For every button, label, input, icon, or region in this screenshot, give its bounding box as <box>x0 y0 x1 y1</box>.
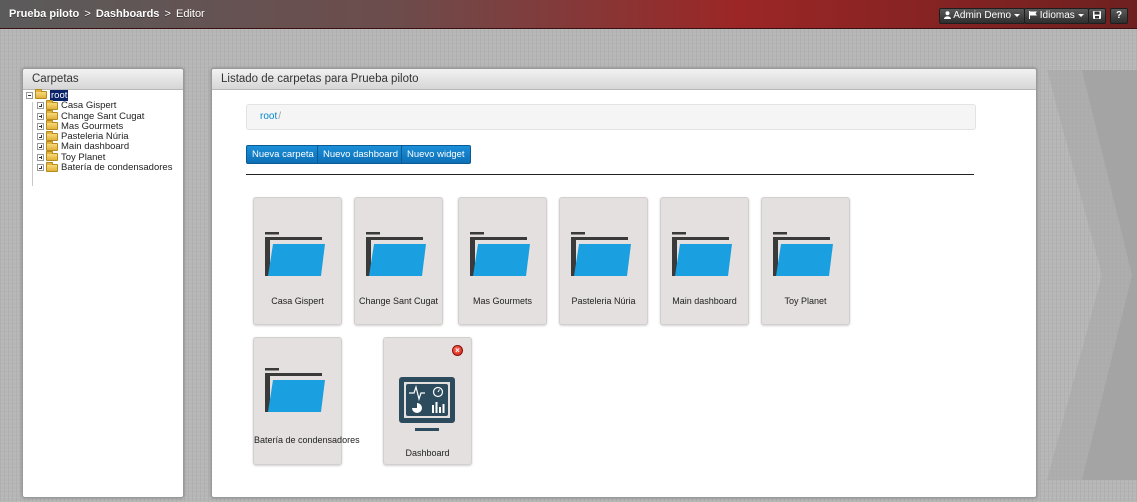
folders-panel-title: Carpetas <box>23 69 183 90</box>
dashboard-tile-label: Dashboard <box>405 448 450 458</box>
chevron-down-icon <box>1077 13 1084 17</box>
user-menu-button[interactable]: Admin Demo <box>939 8 1026 24</box>
folder-tile[interactable]: Toy Planet <box>761 197 850 325</box>
help-button[interactable]: ? <box>1110 8 1128 24</box>
save-button[interactable] <box>1088 8 1106 24</box>
dashboard-monitor-icon <box>399 377 455 431</box>
breadcrumb-separator: > <box>164 8 171 20</box>
folder-icon <box>46 140 58 151</box>
flag-icon <box>1029 11 1037 19</box>
expand-icon[interactable] <box>37 153 44 161</box>
breadcrumb-item-editor: Editor <box>175 8 205 20</box>
folder-tile[interactable]: Change Sant Cugat <box>354 197 443 325</box>
folder-listing-title: Listado de carpetas para Prueba piloto <box>212 69 1036 90</box>
folder-tile-label: Change Sant Cugat <box>358 296 439 306</box>
breadcrumb: Prueba piloto > Dashboards > Editor <box>9 8 205 20</box>
folder-listing-panel: Listado de carpetas para Prueba piloto r… <box>211 68 1037 498</box>
delete-icon[interactable]: × <box>452 345 463 356</box>
expand-icon[interactable] <box>37 143 44 151</box>
folder-icon <box>46 151 58 162</box>
folder-icon <box>265 368 325 412</box>
folder-tile-label: Pasteleria Núria <box>571 296 636 306</box>
tree-item-label: Batería de condensadores <box>61 162 173 174</box>
user-menu-label: Admin Demo <box>953 10 1012 21</box>
folder-tile[interactable]: Pasteleria Núria <box>559 197 648 325</box>
dashboard-tile[interactable]: × Dashboard <box>383 337 472 465</box>
folder-tile-label: Batería de condensadores <box>254 435 360 445</box>
folder-tree: root Casa Gispert Change Sant Cugat Mas … <box>26 89 173 186</box>
folder-tile-label: Main dashboard <box>672 296 737 306</box>
language-menu-label: Idiomas <box>1039 10 1075 21</box>
new-widget-button[interactable]: Nuevo widget <box>401 145 471 164</box>
folder-icon <box>46 120 58 131</box>
folder-icon <box>46 110 58 121</box>
folder-icon <box>470 232 530 276</box>
chevron-down-icon <box>1014 13 1021 17</box>
folder-tile-label: Mas Gourmets <box>472 296 532 306</box>
folders-panel: Carpetas root Casa Gispert Change Sant C… <box>22 68 184 498</box>
folder-icon <box>773 232 833 276</box>
expand-icon[interactable] <box>37 112 44 120</box>
path-breadcrumb: root/ <box>246 104 976 130</box>
new-folder-button[interactable]: Nueva carpeta <box>246 145 320 164</box>
expand-icon[interactable] <box>37 133 44 141</box>
folder-icon <box>265 232 325 276</box>
path-root-link[interactable]: root/ <box>260 111 281 122</box>
folder-tile[interactable]: Main dashboard <box>660 197 749 325</box>
breadcrumb-item-dashboards[interactable]: Dashboards <box>96 8 160 20</box>
expand-icon[interactable] <box>37 164 44 172</box>
folder-tile[interactable]: Batería de condensadores <box>253 337 360 465</box>
folder-icon <box>366 232 426 276</box>
floppy-disk-icon <box>1093 11 1101 19</box>
expand-icon[interactable] <box>37 122 44 130</box>
breadcrumb-item-project[interactable]: Prueba piloto <box>9 8 79 20</box>
top-navigation-bar: Prueba piloto > Dashboards > Editor Admi… <box>0 0 1137 29</box>
new-dashboard-button[interactable]: Nuevo dashboard <box>317 145 404 164</box>
background-chevron-decoration <box>1047 70 1137 480</box>
path-root-label: root <box>260 111 278 122</box>
breadcrumb-separator: > <box>84 8 91 20</box>
language-menu-button[interactable]: Idiomas <box>1024 8 1089 24</box>
collapse-icon[interactable] <box>26 91 33 99</box>
folder-tile-label: Casa Gispert <box>271 296 324 306</box>
user-icon <box>944 11 951 19</box>
folder-icon <box>571 232 631 276</box>
path-separator: / <box>278 111 282 122</box>
folder-tile-label: Toy Planet <box>784 296 827 306</box>
tree-item[interactable]: Batería de condensadores <box>26 161 173 174</box>
folder-tile[interactable]: Mas Gourmets <box>458 197 547 325</box>
folder-icon <box>35 89 47 100</box>
folder-tile[interactable]: Casa Gispert <box>253 197 342 325</box>
expand-icon[interactable] <box>37 102 44 110</box>
folder-icon <box>46 130 58 141</box>
folder-icon <box>46 99 58 110</box>
section-divider <box>246 174 974 175</box>
folder-icon <box>46 161 58 172</box>
folder-icon <box>672 232 732 276</box>
